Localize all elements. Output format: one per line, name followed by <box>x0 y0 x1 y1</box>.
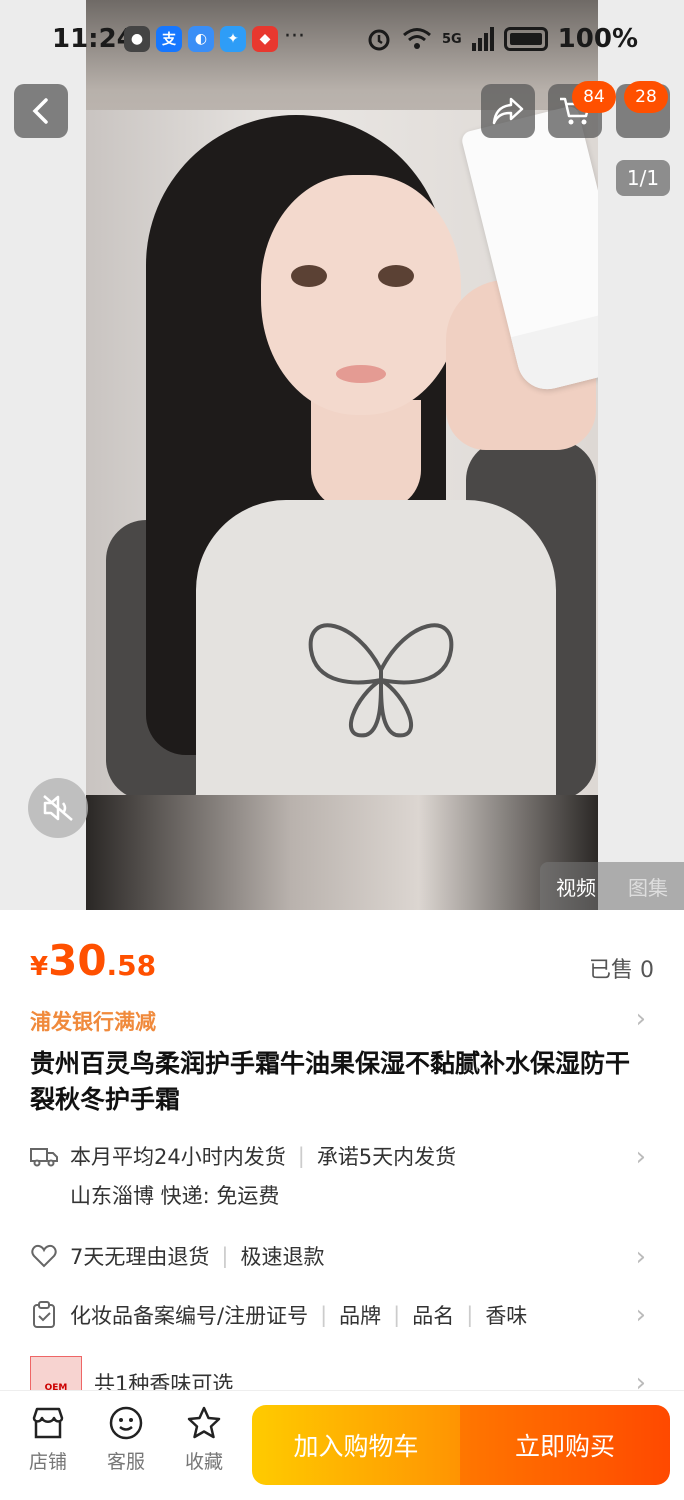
status-right: 5G 100% <box>366 24 638 54</box>
status-time: 11:24 <box>52 24 135 54</box>
more-button[interactable]: ··· 28 <box>616 81 670 138</box>
shipping-time: 本月平均24小时内发货 <box>70 1145 286 1169</box>
tab-video[interactable]: 视频 <box>556 872 596 901</box>
bluestar-icon: ✦ <box>220 26 246 52</box>
battery-icon <box>503 27 548 51</box>
wifi-icon <box>402 28 431 49</box>
shipping-location: 山东淄博 快递: 免运费 <box>70 1184 280 1208</box>
shop-icon <box>28 1403 68 1443</box>
favorite-button[interactable]: 收藏 <box>174 1403 234 1474</box>
promo-chevron-right-icon[interactable]: › <box>636 1004 646 1034</box>
param-registration: 化妆品备案编号/注册证号 <box>70 1304 309 1328</box>
params-row[interactable]: 化妆品备案编号/注册证号 | 品牌 | 品名 | 香味 <box>30 1300 527 1330</box>
sold-count: 已售 0 <box>589 958 654 983</box>
buy-now-button[interactable]: 立即购买 <box>460 1405 670 1485</box>
chevron-left-icon <box>32 98 48 124</box>
back-button[interactable] <box>14 84 68 138</box>
tab-gallery[interactable]: 图集 <box>628 872 668 901</box>
product-title: 贵州百灵鸟柔润护手霜牛油果保湿不黏腻补水保湿防干裂秋冬护手霜 <box>30 1049 631 1114</box>
share-button[interactable] <box>481 84 535 138</box>
price: ¥ 30 .58 <box>30 936 156 985</box>
params-chevron-right-icon[interactable]: › <box>636 1300 646 1330</box>
param-name: 品名 <box>412 1304 455 1328</box>
chat-face-icon <box>106 1403 146 1443</box>
message-badge: 28 <box>624 81 668 113</box>
butterfly-print <box>308 623 454 738</box>
wechat-icon: ● <box>124 26 150 52</box>
fast-refund: 极速退款 <box>240 1245 325 1269</box>
param-brand: 品牌 <box>339 1304 382 1328</box>
heart-shield-icon <box>30 1242 58 1270</box>
image-counter: 1/1 <box>616 160 670 196</box>
add-to-cart-button[interactable]: 加入购物车 <box>252 1405 460 1485</box>
price-currency: ¥ <box>30 952 49 982</box>
return-policy: 7天无理由退货 <box>70 1245 210 1269</box>
cart-button[interactable]: 84 <box>548 81 616 138</box>
share-icon <box>492 97 524 125</box>
speaker-muted-icon <box>43 795 73 821</box>
battery-level: 100% <box>557 24 638 54</box>
shopping-app-icon: ◆ <box>252 26 278 52</box>
more-notifications-icon: ··· <box>284 24 305 49</box>
product-media[interactable]: 11:24 ● 支 ◐ ✦ ◆ ··· 5G 100% 84 28 1/1 视频… <box>0 0 684 910</box>
media-tabs: 视频 图集 <box>540 862 684 910</box>
alipay-icon: 支 <box>156 26 182 52</box>
clipboard-icon <box>30 1301 58 1329</box>
notification-icons: ● 支 ◐ ✦ ◆ ··· <box>124 26 305 52</box>
shipping-promise: 承诺5天内发货 <box>316 1145 457 1169</box>
price-decimal: .58 <box>106 949 157 982</box>
shipping-origin: 山东淄博 快递: 免运费 <box>70 1180 279 1210</box>
network-type: 5G <box>441 31 462 47</box>
signal-icon <box>471 27 494 51</box>
shipping-row[interactable]: 本月平均24小时内发货 | 承诺5天内发货 <box>30 1141 456 1171</box>
shop-button[interactable]: 店铺 <box>18 1403 78 1474</box>
price-integer: 30 <box>48 936 107 985</box>
service-chevron-right-icon[interactable]: › <box>636 1242 646 1272</box>
param-scent: 香味 <box>485 1304 528 1328</box>
browser-icon: ◐ <box>188 26 214 52</box>
sku-thumbnail[interactable]: OEM <box>30 1356 82 1394</box>
star-icon <box>184 1403 224 1443</box>
mute-button[interactable] <box>28 778 88 838</box>
bottom-action-bar: 店铺 客服 收藏 加入购物车 立即购买 <box>0 1390 684 1500</box>
cart-badge: 84 <box>572 81 616 113</box>
alarm-icon <box>368 29 390 51</box>
customer-service-button[interactable]: 客服 <box>96 1403 156 1474</box>
truck-icon <box>30 1142 58 1170</box>
service-row[interactable]: 7天无理由退货 | 极速退款 <box>30 1241 324 1271</box>
shipping-chevron-right-icon[interactable]: › <box>636 1142 646 1172</box>
promo-label[interactable]: 浦发银行满减 <box>30 1006 156 1036</box>
status-bar: 11:24 ● 支 ◐ ✦ ◆ ··· 5G 100% <box>0 0 684 80</box>
